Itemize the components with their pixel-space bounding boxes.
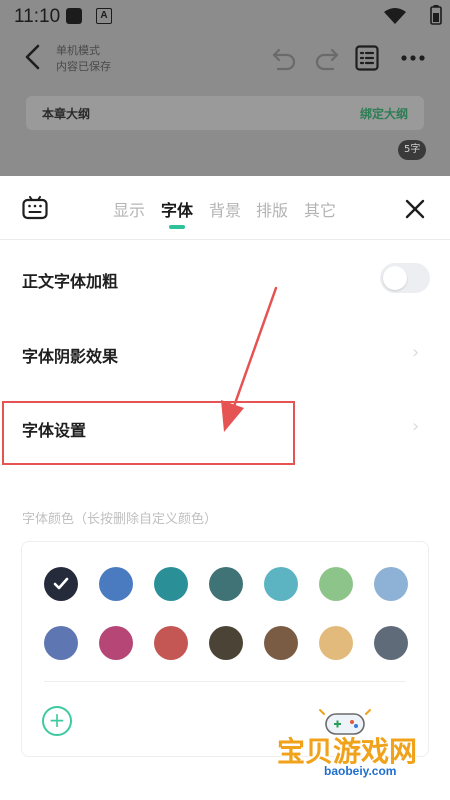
tab-layout[interactable]: 排版 [256,197,288,221]
wifi-icon [384,8,406,24]
color-swatch[interactable] [44,626,78,660]
color-swatch[interactable] [319,626,353,660]
tab-divider [0,239,450,240]
color-swatch[interactable] [99,626,133,660]
color-swatch[interactable] [374,626,408,660]
battery-icon [430,5,442,25]
bind-outline-link[interactable]: 绑定大纲 [360,105,408,122]
status-time: 11:10 [14,6,61,27]
close-icon[interactable] [404,198,426,220]
back-chevron-icon[interactable] [18,42,48,72]
notification-app-icon [66,8,82,24]
color-swatch[interactable] [154,626,188,660]
mode-label: 单机模式 [56,44,100,57]
color-swatch[interactable] [264,567,298,601]
active-tab-indicator [169,225,185,229]
font-color-title: 字体颜色（长按删除自定义颜色） [22,512,218,527]
tab-font[interactable]: 字体 [161,197,193,221]
palette-divider [44,681,406,682]
color-swatch[interactable] [319,567,353,601]
more-options-icon[interactable] [400,50,426,66]
chevron-right-icon: › [412,342,420,363]
annotation-arrow-icon [221,286,278,432]
color-swatch[interactable] [99,567,133,601]
toggle-knob [383,266,407,290]
font-shadow-label: 字体阴影效果 [22,347,119,366]
tab-other[interactable]: 其它 [304,197,336,221]
add-color-button[interactable]: + [42,706,72,736]
tab-display[interactable]: 显示 [113,197,145,221]
color-swatch[interactable] [264,626,298,660]
chapter-outline-card[interactable]: 本章大纲 绑定大纲 [26,96,424,130]
chevron-right-icon: › [412,416,420,437]
undo-icon[interactable] [270,46,298,72]
color-swatch[interactable] [154,567,188,601]
color-swatch[interactable] [209,626,243,660]
redo-icon[interactable] [313,46,341,72]
keyboard-icon[interactable] [22,196,48,220]
tab-background[interactable]: 背景 [209,197,241,221]
color-swatch[interactable] [209,567,243,601]
outline-list-icon[interactable] [355,45,379,71]
chapter-outline-label: 本章大纲 [42,107,91,121]
notification-a-icon: A [96,8,112,24]
save-status: 内容已保存 [56,60,111,73]
color-swatch[interactable] [44,567,78,601]
bold-body-text-label: 正文字体加粗 [22,272,119,291]
checkmark-icon [53,577,69,590]
status-bar: 11:10 A [0,0,450,32]
color-swatch[interactable] [374,567,408,601]
watermark-url: baobeiy.com [324,764,397,778]
word-count-badge: 5字 [398,140,427,160]
bold-body-text-toggle[interactable] [380,263,430,293]
